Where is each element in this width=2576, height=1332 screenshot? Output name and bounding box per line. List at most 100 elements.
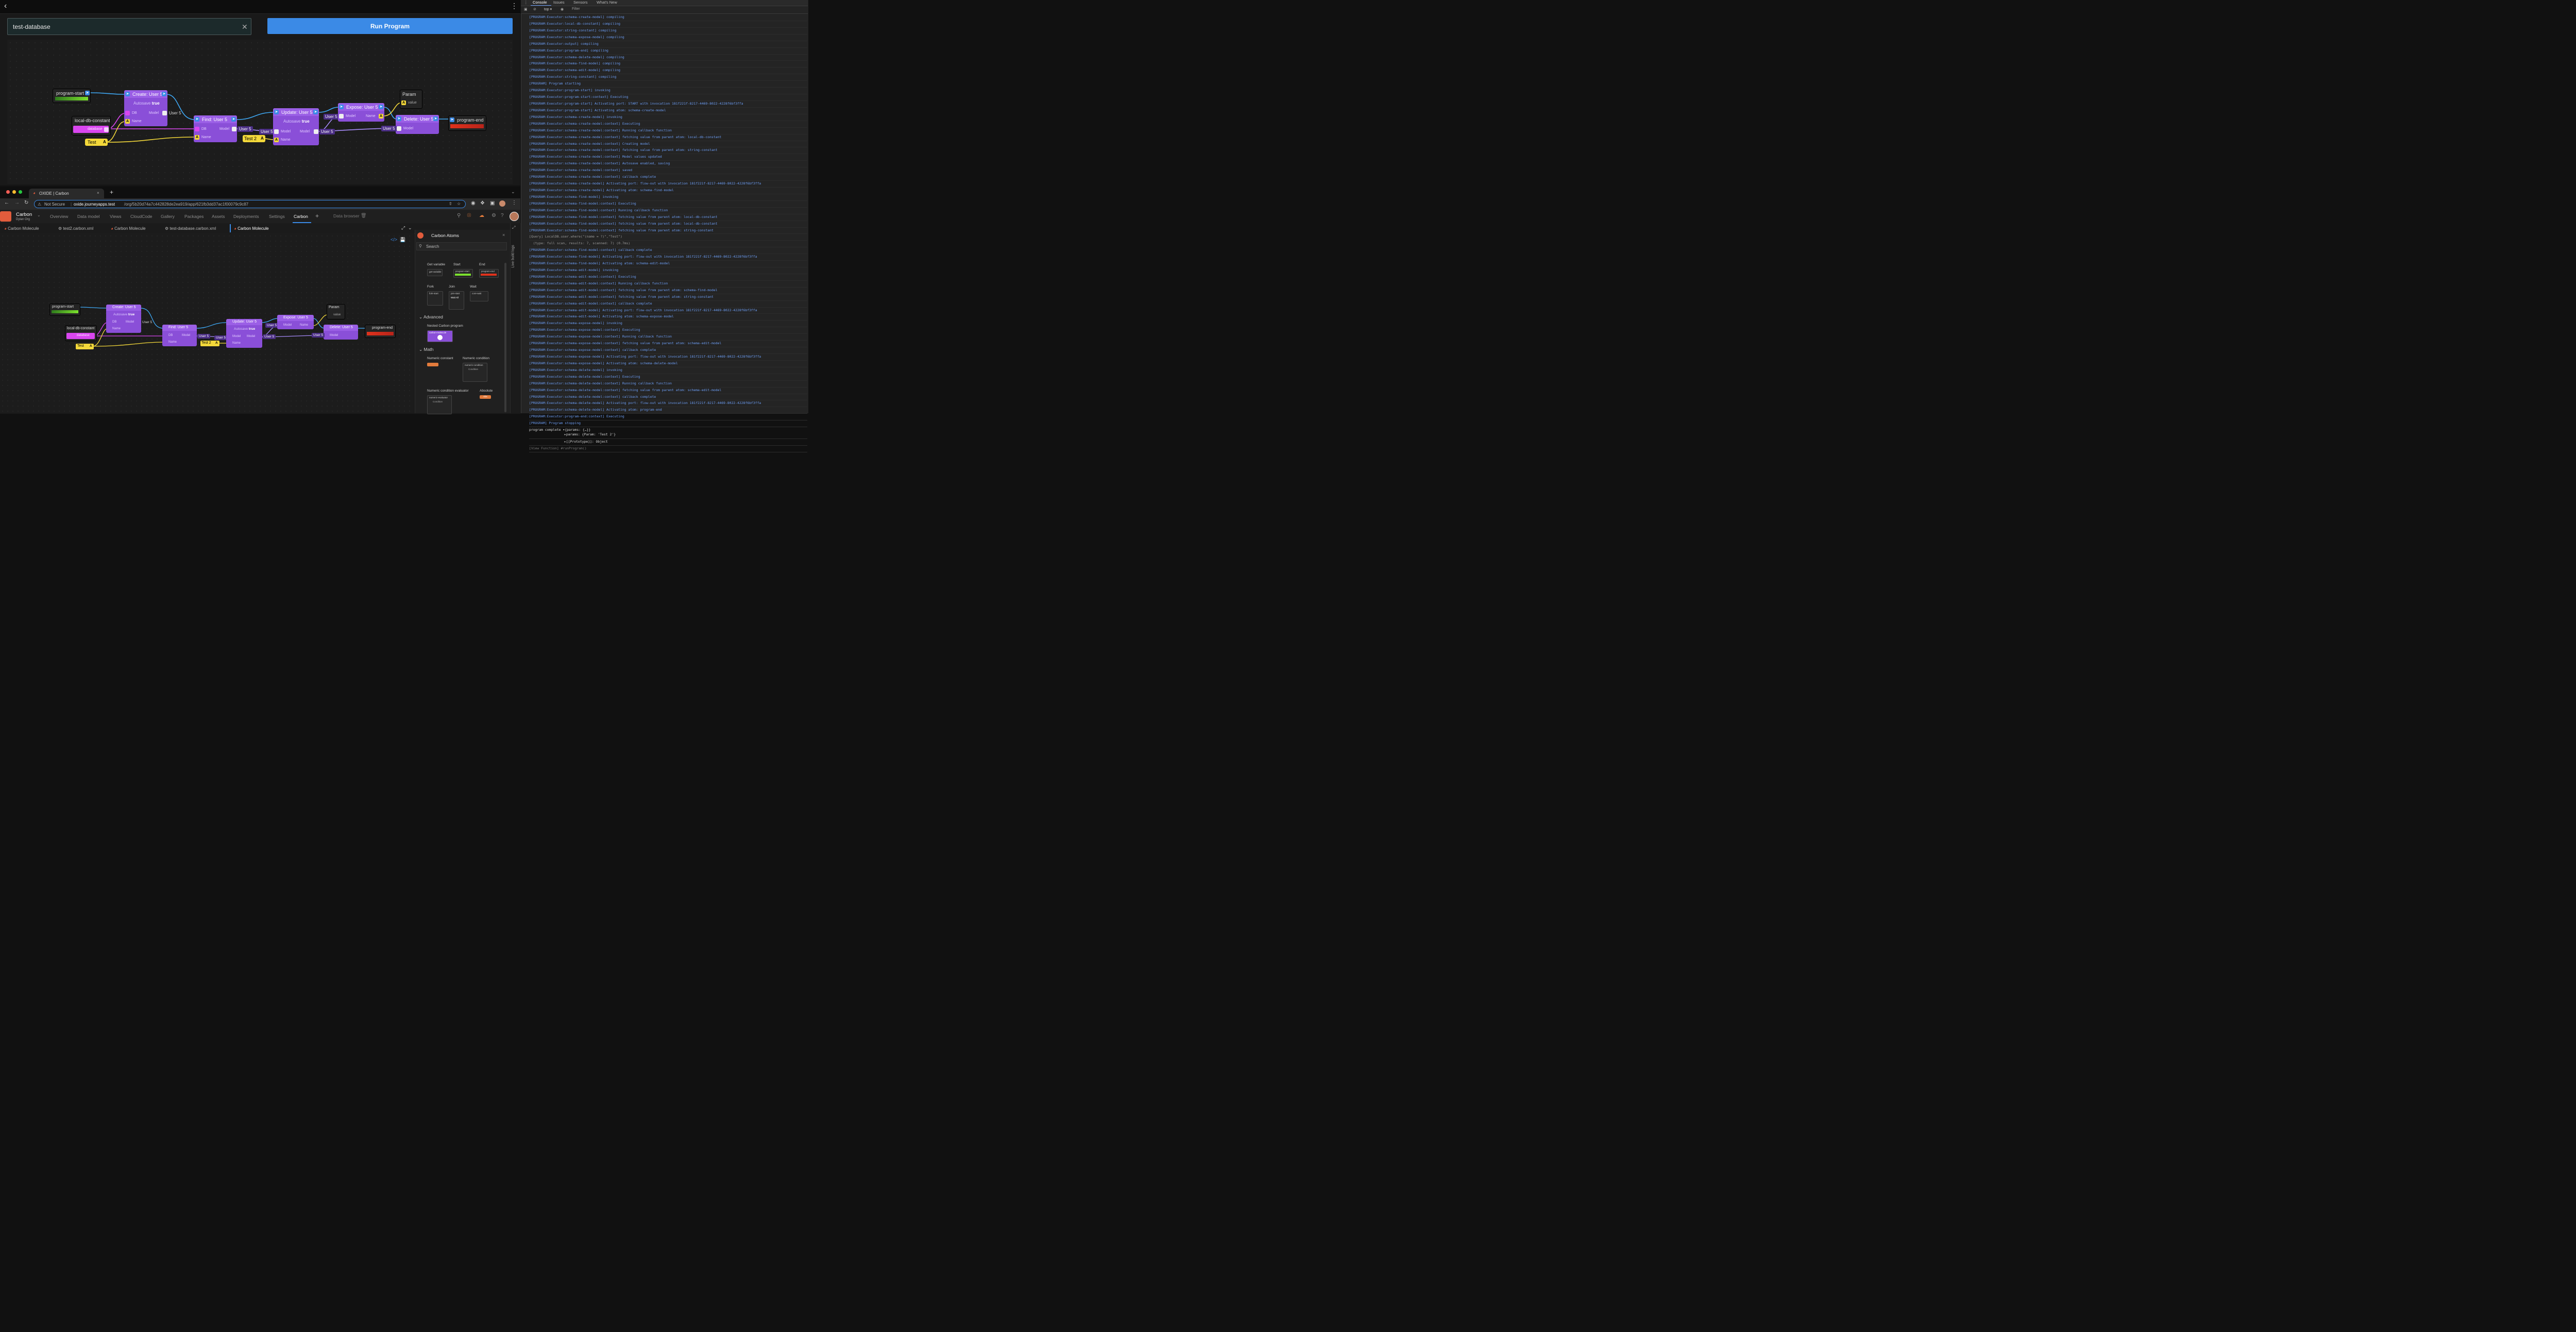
sidebar-toggle-icon[interactable]: ▣ [524,7,528,11]
value-port[interactable]: A [401,100,406,105]
program-start-node[interactable]: program-start ➤ [53,89,91,103]
bookmark-star-icon[interactable]: ☆ [457,201,461,206]
find-node[interactable]: Find: User 5 DB Model Name [162,325,197,346]
doc-tab[interactable]: ⚙ test2.carbon.xml [58,226,93,231]
forward-icon[interactable]: → [14,200,20,206]
local-db-constant-node[interactable]: local-db-constant database [65,325,97,341]
nav-views[interactable]: Views [110,214,122,219]
data-browser-link[interactable]: Data browser [333,213,360,218]
expand-icon[interactable]: ⤢ [401,225,405,231]
avatar[interactable] [510,212,519,221]
wait-atom[interactable]: core-wait [470,291,488,301]
update-node[interactable]: ➤ Update: User 5 ➤ Autosave true Model M… [273,108,319,145]
database-port[interactable] [104,127,109,132]
search-icon[interactable]: ⚲ [457,213,461,218]
nav-settings[interactable]: Settings [269,214,285,219]
kebab-menu-icon[interactable]: ⋮ [512,200,517,206]
program-end-node[interactable]: program-end [365,325,396,338]
autosave-value[interactable]: true [302,119,310,124]
console-filter-input[interactable]: Filter [570,7,673,12]
new-tab-button[interactable]: + [110,189,113,196]
close-window-icon[interactable] [6,190,10,194]
trash-icon[interactable]: 🗑 [361,213,366,218]
flow-in-port[interactable]: ➤ [274,110,279,114]
atoms-search-input[interactable]: ⚲ Search [416,242,507,250]
user-search-icon[interactable]: ☉ [467,213,471,218]
name-port[interactable]: A [379,114,383,119]
get-variable-atom[interactable]: get-variable [427,269,443,276]
live-build-logs-tab[interactable]: Live build logs [510,242,520,273]
url-field[interactable]: ⚠ Not Secure | oxide.journeyapps.test /o… [34,200,466,208]
help-icon[interactable]: ? [501,213,504,218]
string-port[interactable]: A [90,344,92,348]
log-line[interactable]: ▸[[Prototype]]: Object [529,439,807,446]
numeric-constant-atom[interactable] [427,363,438,366]
model-port[interactable] [162,111,167,115]
fork-atom[interactable]: fork-start [427,291,443,306]
back-icon[interactable]: ← [4,200,9,206]
doc-tab[interactable]: ◕ Carbon Molecule [4,226,39,231]
devtools-tab-sensors[interactable]: Sensors [573,0,588,5]
expand-icon[interactable]: ⤢ [512,225,515,230]
param-node[interactable]: Param A value [400,90,422,109]
name-port[interactable]: A [274,138,279,142]
create-node[interactable]: Create: User 5 Autosave true DB Model Na… [106,305,141,333]
absolute-atom[interactable]: Abs [480,395,491,399]
eye-icon[interactable]: ◉ [561,7,564,11]
db-port[interactable] [125,111,130,115]
nav-cloudcode[interactable]: CloudCode [130,214,152,219]
local-db-constant-node[interactable]: local-db-constant database [72,116,111,136]
program-end-node[interactable]: ➤ program-end [448,115,486,131]
program-complete-log[interactable]: program complete ▾{params: {…}} ▸params:… [529,427,807,440]
extension-icon[interactable]: ◉ [471,200,476,206]
string-constant-node-2[interactable]: Test 2 A [243,135,265,142]
program-start-node[interactable]: program-start [49,304,80,316]
devtools-tab-issues[interactable]: Issues [553,0,565,5]
close-icon[interactable]: × [502,232,505,238]
nested-carbon-atom[interactable]: carbon-molecule [427,330,453,342]
create-node[interactable]: ➤ Create: User 5 ➤ Autosave true DB Mode… [124,90,167,126]
gear-icon[interactable]: ⚙ [492,213,496,218]
flow-in-port[interactable]: ➤ [450,117,454,122]
nav-overview[interactable]: Overview [50,214,68,219]
maximize-window-icon[interactable] [19,190,22,194]
flow-in-port[interactable]: ➤ [339,105,344,109]
autosave-value[interactable]: true [249,327,255,331]
delete-node[interactable]: ➤ Delete: User 5 ➤ Model [396,115,439,134]
puzzle-icon[interactable]: ❖ [480,200,485,206]
find-node[interactable]: ➤ Find: User 5 ➤ DB Model A Name [194,115,237,142]
model-in-port[interactable] [339,114,344,119]
model-port[interactable] [314,129,318,134]
string-constant-node-2[interactable]: Test 2 A [200,341,219,346]
autosave-value[interactable]: true [152,101,160,106]
devtools-tab-console[interactable]: Console [533,0,547,5]
param-node[interactable]: Param value [327,304,345,319]
kebab-menu-icon[interactable]: ⋮ [524,0,528,5]
flow-in-port[interactable]: ➤ [397,116,401,121]
model-port[interactable] [232,127,236,131]
chevron-down-icon[interactable]: ⌄ [408,225,412,231]
nav-data-model[interactable]: Data model [77,214,99,219]
nav-assets[interactable]: Assets [212,214,225,219]
browser-tab[interactable]: ◕ OXIDE | Carbon × [29,189,104,198]
devtools-tab-whats-new[interactable]: What's New [597,0,617,5]
flow-out-port[interactable]: ➤ [313,110,318,114]
clear-console-icon[interactable]: ⊘ [533,7,536,11]
numeric-evaluator-atom[interactable]: numeric-evaluator Condition [427,395,452,414]
flow-out-port[interactable]: ➤ [231,117,236,122]
numeric-condition-atom[interactable]: numeric-condition Condition [463,363,487,382]
flow-out-port[interactable]: ➤ [85,91,90,95]
flow-in-port[interactable]: ➤ [125,92,130,96]
string-port[interactable]: A [261,136,264,141]
reload-icon[interactable]: ↻ [24,200,28,206]
string-constant-node[interactable]: Test A [76,344,94,349]
chevron-down-icon[interactable]: ⌄ [511,189,515,195]
string-constant-node[interactable]: Test A [85,139,108,146]
share-icon[interactable]: ⇧ [449,201,452,206]
close-icon[interactable]: × [97,191,99,195]
flow-out-port[interactable]: ➤ [162,92,166,96]
nav-deployments[interactable]: Deployments [233,214,259,219]
section-math[interactable]: ⌄ Math [419,347,433,352]
app-name[interactable]: Carbon [16,212,32,217]
flow-out-port[interactable]: ➤ [433,116,438,121]
